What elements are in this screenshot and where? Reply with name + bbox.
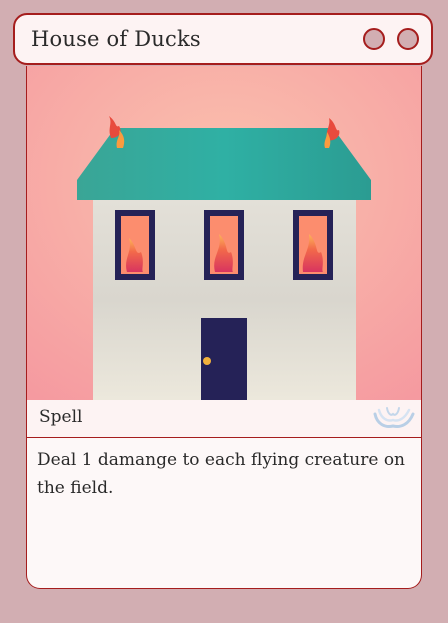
card-text-box: Deal 1 damange to each flying creature o… [26,438,422,589]
card-artwork [26,66,422,400]
card-type-bar: Spell [26,400,422,438]
water-wave-icon [371,404,417,438]
card-name: House of Ducks [31,27,201,51]
window [293,210,333,280]
window [115,210,155,280]
circle-button[interactable] [363,28,385,50]
window [204,210,244,280]
card: House of Ducks Spell Deal 1 damange to e… [0,0,448,623]
door [201,318,247,400]
circle-button[interactable] [397,28,419,50]
card-title-bar: House of Ducks [13,13,433,65]
card-rules-text: Deal 1 damange to each flying creature o… [37,450,406,498]
card-type: Spell [39,407,83,427]
